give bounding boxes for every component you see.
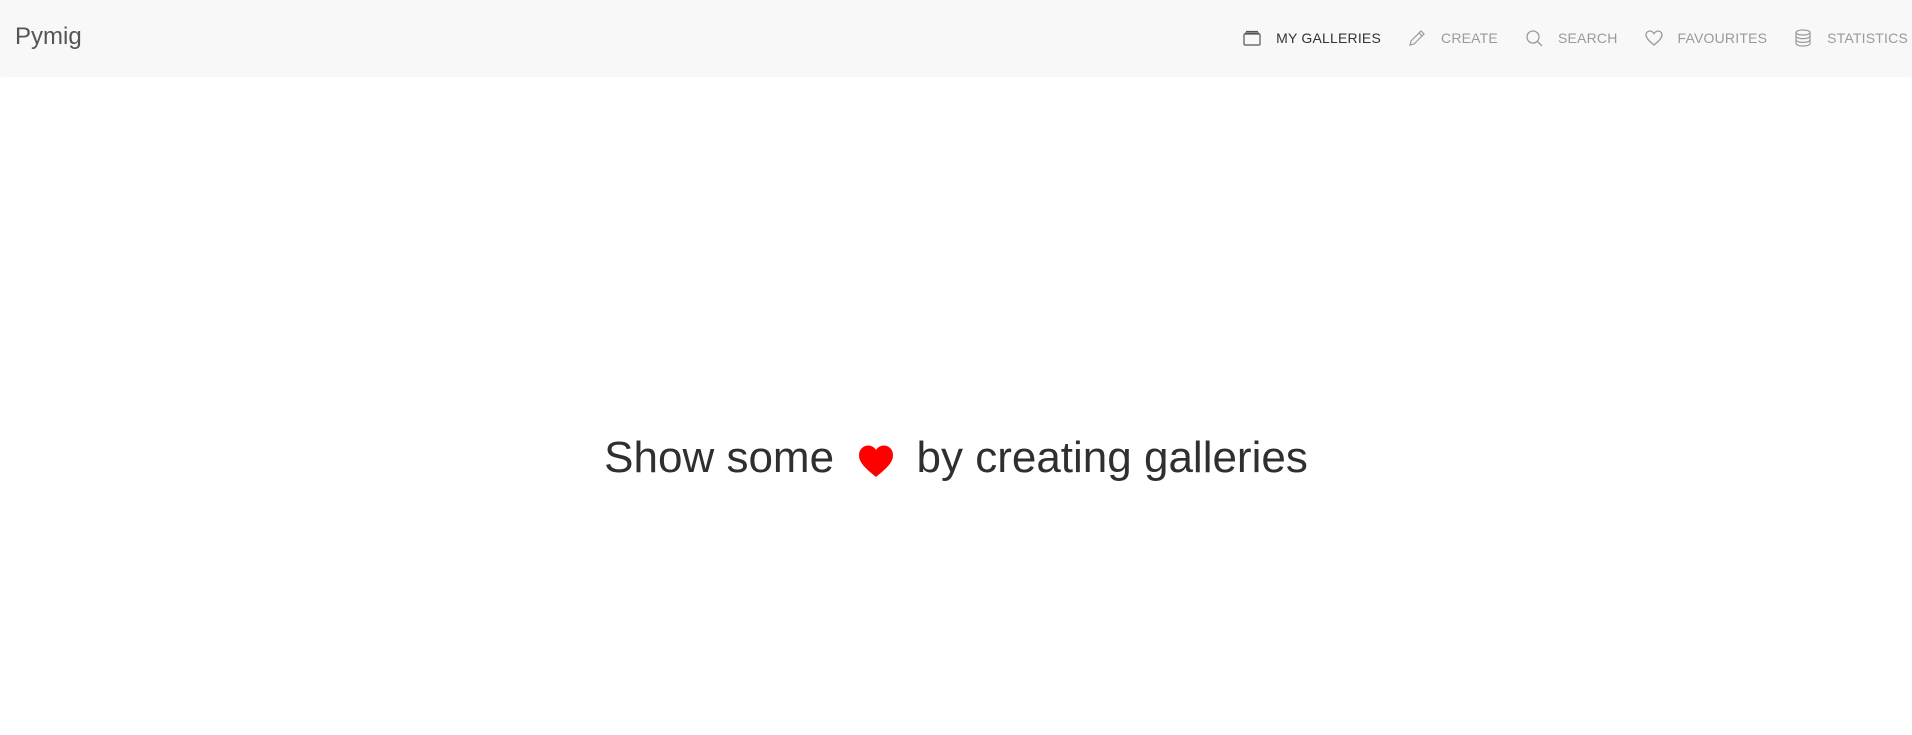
nav-item-search[interactable]: SEARCH (1524, 28, 1618, 48)
heart-outline-icon (1644, 30, 1663, 46)
nav-item-label: CREATE (1441, 30, 1498, 46)
heart-icon (859, 445, 894, 477)
top-navbar: Pymig MY GALLERIES CREATE SEARCH FAVOURI… (0, 0, 1912, 76)
nav-item-label: MY GALLERIES (1276, 30, 1382, 46)
nav-item-my-galleries[interactable]: MY GALLERIES (1242, 28, 1381, 48)
nav-item-label: SEARCH (1557, 30, 1618, 46)
galleries-icon (1243, 30, 1261, 46)
brand-logo[interactable]: Pymig (15, 22, 82, 52)
message-text-before: Show some (604, 433, 835, 482)
nav-item-create[interactable]: CREATE (1407, 28, 1498, 48)
nav-item-label: STATISTICS (1827, 30, 1908, 46)
search-icon (1526, 30, 1543, 47)
main-nav: MY GALLERIES CREATE SEARCH FAVOURITES ST… (1216, 0, 1908, 76)
nav-item-label: FAVOURITES (1677, 30, 1768, 46)
message-text-after: by creating galleries (916, 433, 1308, 482)
pencil-icon (1409, 30, 1425, 46)
nav-item-statistics[interactable]: STATISTICS (1793, 28, 1908, 48)
empty-state-message: Show some by creating galleries (0, 430, 1912, 486)
nav-item-favourites[interactable]: FAVOURITES (1644, 28, 1768, 48)
database-icon (1795, 29, 1811, 47)
main-content: Show some by creating galleries (0, 76, 1912, 735)
